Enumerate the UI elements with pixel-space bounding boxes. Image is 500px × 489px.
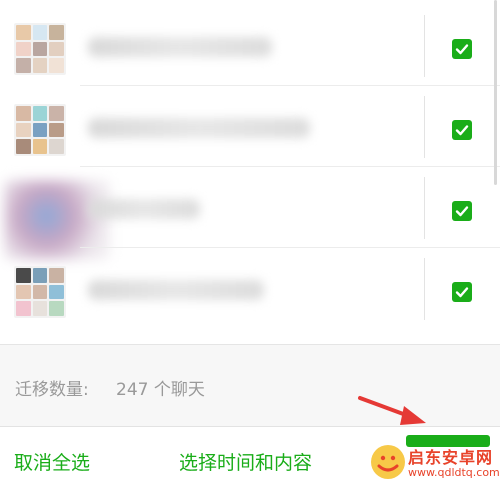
chat-list-item[interactable]	[0, 86, 500, 167]
group-avatar	[14, 266, 66, 318]
chat-name-blurred	[88, 37, 272, 57]
group-avatar	[14, 104, 66, 156]
row-divider	[424, 177, 425, 239]
red-arrow-icon	[358, 396, 426, 425]
migration-count-label: 迁移数量:	[15, 380, 89, 400]
checkbox-checked-icon[interactable]	[452, 120, 472, 140]
group-avatar	[14, 23, 66, 75]
select-time-content-button[interactable]: 选择时间和内容	[179, 448, 312, 475]
watermark-url: www.qdldtq.com	[408, 466, 500, 479]
checkbox-checked-icon[interactable]	[452, 39, 472, 59]
chat-list-item[interactable]	[0, 248, 500, 329]
chat-list	[0, 0, 500, 344]
checkbox-checked-icon[interactable]	[452, 282, 472, 302]
chat-name-blurred	[88, 280, 264, 300]
chat-name-blurred	[88, 199, 200, 219]
chat-list-item[interactable]	[0, 167, 500, 260]
cancel-select-all-button[interactable]: 取消全选	[14, 448, 90, 475]
watermark-logo-icon	[371, 445, 405, 479]
row-divider	[424, 258, 425, 320]
chat-list-item[interactable]	[0, 5, 500, 86]
watermark-title: 启东安卓网	[408, 448, 494, 467]
scrollbar[interactable]	[494, 0, 497, 185]
migration-count-value: 247 个聊天	[116, 380, 205, 400]
watermark: 启东安卓网 www.qdldtq.com	[370, 442, 500, 488]
row-divider	[424, 96, 425, 158]
row-divider	[424, 15, 425, 77]
checkbox-checked-icon[interactable]	[452, 201, 472, 221]
chat-name-blurred	[88, 118, 310, 138]
